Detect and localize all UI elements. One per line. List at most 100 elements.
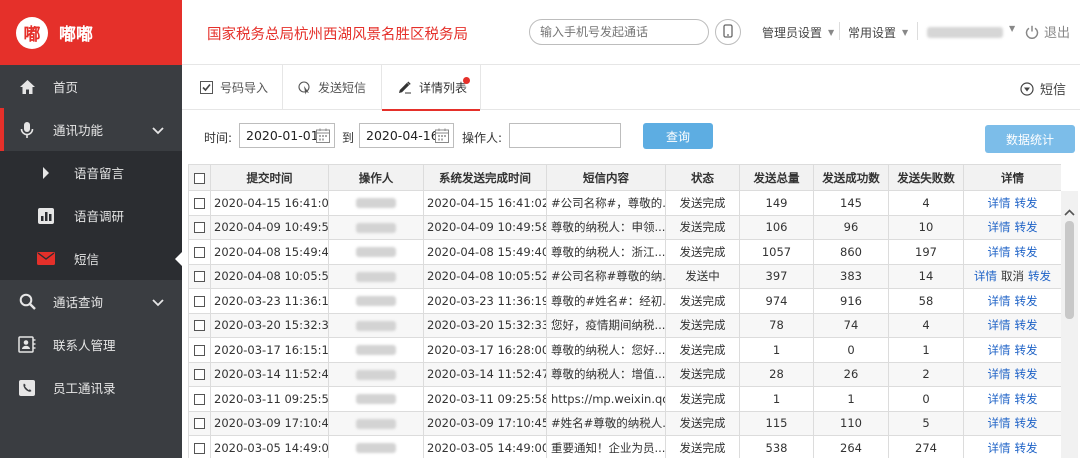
row-select-cell[interactable] <box>188 239 211 265</box>
scrollbar-thumb[interactable] <box>1065 221 1074 319</box>
user-name-blurred[interactable] <box>927 27 1003 38</box>
tab-label: 详情列表 <box>419 81 468 95</box>
operator-cell <box>328 410 424 436</box>
row-select-cell[interactable] <box>188 337 211 363</box>
sidebar-item-label: 通讯功能 <box>53 123 104 138</box>
detail-link[interactable]: 详情 <box>988 367 1011 381</box>
select-all-checkbox[interactable] <box>194 172 205 184</box>
forward-link[interactable]: 转发 <box>1015 220 1038 234</box>
row-checkbox[interactable] <box>194 320 205 332</box>
date-from-input[interactable]: 2020-01-01 <box>239 123 335 148</box>
sms-content-cell: #公司名称#尊敬的纳... <box>546 263 666 289</box>
forward-link[interactable]: 转发 <box>1015 367 1038 381</box>
contact-card-icon <box>17 335 37 355</box>
brand[interactable]: 嘟 嘟嘟 <box>0 0 182 65</box>
fail-cell: 2 <box>888 361 964 387</box>
sidebar-item-sms[interactable]: 短信 <box>0 237 182 280</box>
sms-filter-toggle[interactable]: 短信 <box>1020 79 1066 98</box>
admin-settings-menu[interactable]: 管理员设置 ▼ <box>762 24 834 41</box>
detail-link[interactable]: 详情 <box>988 196 1011 210</box>
total-cell: 78 <box>739 312 814 338</box>
tab-divider <box>282 65 283 110</box>
detail-link[interactable]: 详情 <box>988 220 1011 234</box>
detail-link[interactable]: 详情 <box>988 416 1011 430</box>
call-button[interactable] <box>715 19 741 45</box>
forward-link[interactable]: 转发 <box>1015 318 1038 332</box>
detail-link[interactable]: 详情 <box>988 245 1011 259</box>
tab-bar: 号码导入 发送短信 详情列表 短信 <box>182 65 1080 111</box>
table-row: 2020-03-05 14:49:00 2020-03-05 14:49:00 重要… <box>188 435 1061 458</box>
detail-link[interactable]: 详情 <box>988 318 1011 332</box>
row-checkbox[interactable] <box>194 418 205 430</box>
sms-content-cell: 尊敬的#姓名#：经初... <box>546 288 666 314</box>
row-checkbox[interactable] <box>194 295 205 307</box>
tab-send-sms[interactable]: 发送短信 <box>298 65 366 110</box>
row-checkbox[interactable] <box>194 246 205 258</box>
row-checkbox[interactable] <box>194 344 205 356</box>
cancel-link[interactable]: 取消 <box>1001 269 1024 283</box>
forward-link[interactable]: 转发 <box>1015 294 1038 308</box>
row-checkbox[interactable] <box>194 369 205 381</box>
tab-detail-list[interactable]: 详情列表 <box>382 65 480 111</box>
forward-link[interactable]: 转发 <box>1015 343 1038 357</box>
user-menu-caret[interactable]: ▼ <box>1003 24 1015 33</box>
row-checkbox[interactable] <box>194 442 205 454</box>
query-button[interactable]: 查询 <box>643 123 713 149</box>
sidebar-item-call-query[interactable]: 通话查询 <box>0 280 182 323</box>
row-select-cell[interactable] <box>188 190 211 216</box>
sidebar-item-voice-survey[interactable]: 语音调研 <box>0 194 182 237</box>
tab-number-import[interactable]: 号码导入 <box>200 65 268 110</box>
sidebar-item-voice-msg[interactable]: 语音留言 <box>0 151 182 194</box>
operator-blurred <box>356 222 396 233</box>
sidebar-item-comm[interactable]: 通讯功能 <box>0 108 182 151</box>
sidebar-item-home[interactable]: 首页 <box>0 65 182 108</box>
row-checkbox[interactable] <box>194 222 205 234</box>
bar-chart-icon <box>36 206 56 226</box>
chevron-up-icon[interactable] <box>1064 205 1075 219</box>
status-cell: 发送完成 <box>665 239 740 265</box>
row-select-cell[interactable] <box>188 312 211 338</box>
call-phone-input[interactable] <box>529 19 709 45</box>
row-select-cell[interactable] <box>188 214 211 240</box>
detail-link[interactable]: 详情 <box>988 441 1011 455</box>
data-stats-button[interactable]: 数据统计 <box>985 125 1075 153</box>
detail-link[interactable]: 详情 <box>988 392 1011 406</box>
logout-button[interactable]: 退出 <box>1025 22 1070 41</box>
forward-link[interactable]: 转发 <box>1015 441 1038 455</box>
row-select-cell[interactable] <box>188 435 211 458</box>
forward-link[interactable]: 转发 <box>1028 269 1051 283</box>
operator-cell <box>328 263 424 289</box>
row-select-cell[interactable] <box>188 263 211 289</box>
sidebar-item-contacts[interactable]: 联系人管理 <box>0 323 182 366</box>
row-checkbox[interactable] <box>194 197 205 209</box>
detail-actions-cell: 详情 转发 <box>963 435 1061 458</box>
row-checkbox[interactable] <box>194 271 205 283</box>
vertical-scrollbar[interactable] <box>1061 191 1078 458</box>
forward-link[interactable]: 转发 <box>1015 196 1038 210</box>
column-header: 发送成功数 <box>813 164 889 191</box>
detail-link[interactable]: 详情 <box>988 294 1011 308</box>
operator-blurred <box>356 443 396 454</box>
row-select-cell[interactable] <box>188 386 211 412</box>
select-all-cell[interactable] <box>188 164 211 191</box>
success-cell: 0 <box>813 337 889 363</box>
success-cell: 264 <box>813 435 889 458</box>
row-checkbox[interactable] <box>194 393 205 405</box>
row-select-cell[interactable] <box>188 361 211 387</box>
forward-link[interactable]: 转发 <box>1015 416 1038 430</box>
sms-filter-label: 短信 <box>1039 83 1066 98</box>
date-from-value: 2020-01-01 <box>246 128 319 143</box>
common-settings-menu[interactable]: 常用设置 ▼ <box>848 24 908 41</box>
status-cell: 发送完成 <box>665 214 740 240</box>
row-select-cell[interactable] <box>188 288 211 314</box>
date-to-input[interactable]: 2020-04-16 <box>359 123 454 148</box>
sidebar-item-staff-dir[interactable]: 员工通讯录 <box>0 366 182 409</box>
detail-link[interactable]: 详情 <box>988 343 1011 357</box>
operator-input[interactable] <box>509 123 621 148</box>
circle-caret-down-icon <box>1020 81 1034 96</box>
envelope-icon <box>36 249 56 269</box>
detail-link[interactable]: 详情 <box>974 269 997 283</box>
forward-link[interactable]: 转发 <box>1015 245 1038 259</box>
forward-link[interactable]: 转发 <box>1015 392 1038 406</box>
row-select-cell[interactable] <box>188 410 211 436</box>
